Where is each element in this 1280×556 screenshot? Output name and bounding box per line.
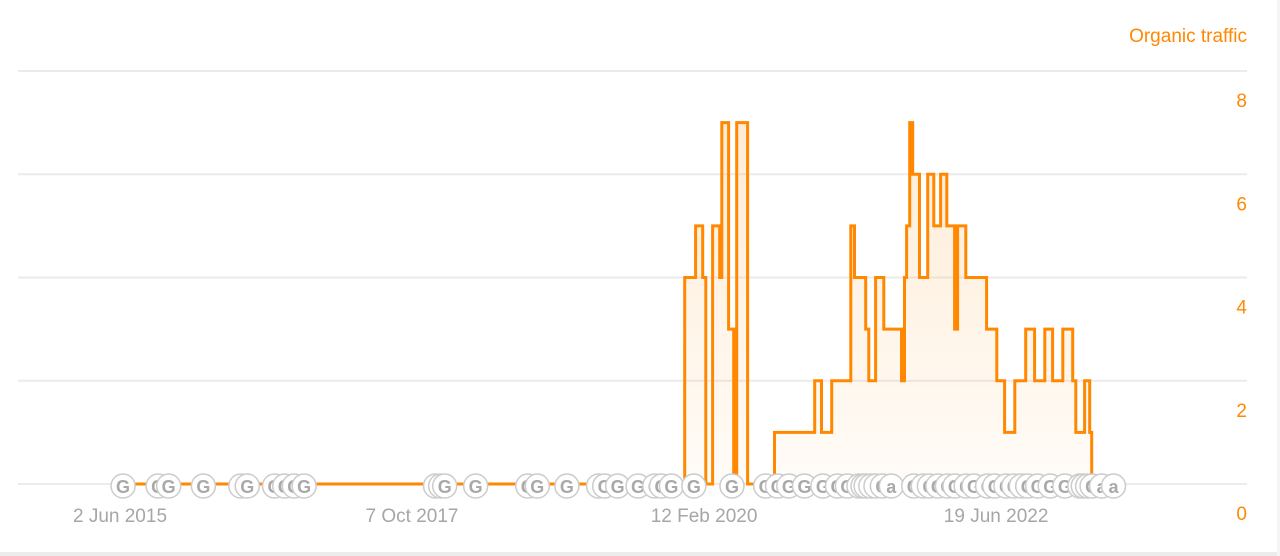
google-update-markers: GGGGGGGGGGGGGGGGGGGGGGGGGGGGGGGGGGGGGGGa… xyxy=(110,473,1127,499)
organic-traffic-chart: 0 2 4 6 8 2 Jun 2015 7 Oct 2017 12 Feb 2020 19 … xyxy=(18,70,1247,527)
google-update-marker: G xyxy=(291,473,317,499)
google-g-icon: G xyxy=(797,477,811,497)
google-g-icon: G xyxy=(297,477,311,497)
google-update-marker: G xyxy=(431,473,458,499)
google-update-marker: G xyxy=(524,473,551,499)
algorithm-update-marker: a xyxy=(878,473,905,499)
plot-area xyxy=(123,121,1094,486)
google-g-icon: G xyxy=(469,477,483,497)
a-icon: a xyxy=(886,477,897,497)
google-g-icon: G xyxy=(240,477,254,497)
google-g-icon: G xyxy=(664,477,678,497)
x-tick-label: 12 Feb 2020 xyxy=(651,506,758,527)
google-update-marker: G xyxy=(462,473,489,499)
google-update-marker: G xyxy=(155,473,182,499)
google-g-icon: G xyxy=(162,477,176,497)
algorithm-update-marker: a xyxy=(1100,473,1127,499)
x-tick-label: 19 Jun 2022 xyxy=(944,506,1049,527)
x-axis: 2 Jun 2015 7 Oct 2017 12 Feb 2020 19 Jun 20… xyxy=(73,506,1048,527)
google-update-marker: G xyxy=(658,473,685,499)
x-tick-label: 2 Jun 2015 xyxy=(73,506,167,527)
google-g-icon: G xyxy=(438,477,452,497)
y-tick-label: 2 xyxy=(1236,401,1247,422)
google-g-icon: G xyxy=(611,477,625,497)
google-g-icon: G xyxy=(196,477,210,497)
bottom-border xyxy=(0,552,1280,556)
y-tick-label: 8 xyxy=(1236,91,1247,112)
google-g-icon: G xyxy=(725,477,739,497)
y-tick-label: 6 xyxy=(1236,194,1247,215)
y-axis: 0 2 4 6 8 xyxy=(1236,91,1247,525)
google-update-marker: G xyxy=(719,473,745,499)
y-tick-label: 4 xyxy=(1236,298,1247,319)
google-g-icon: G xyxy=(687,477,701,497)
a-icon: a xyxy=(1109,477,1120,497)
google-update-marker: G xyxy=(554,473,580,499)
google-g-icon: G xyxy=(116,477,130,497)
google-g-icon: G xyxy=(530,477,544,497)
google-update-marker: G xyxy=(234,473,261,499)
google-g-icon: G xyxy=(560,477,574,497)
y-tick-label: 0 xyxy=(1236,504,1247,525)
google-update-marker: G xyxy=(110,473,136,499)
google-update-marker: G xyxy=(190,473,217,499)
x-tick-label: 7 Oct 2017 xyxy=(366,506,459,527)
google-update-marker: G xyxy=(681,473,707,499)
